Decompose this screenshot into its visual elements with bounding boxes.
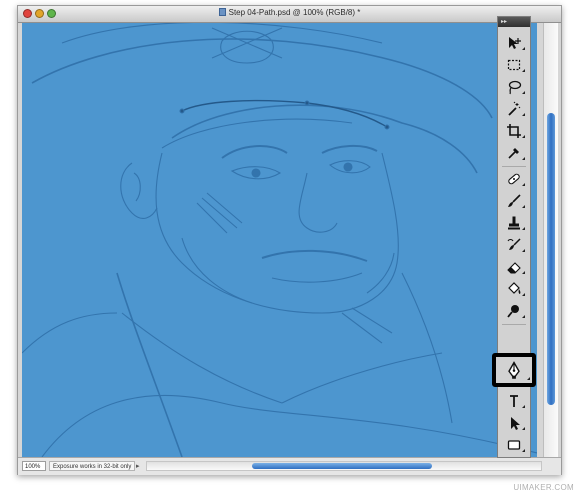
horizontal-scrollbar[interactable] (146, 461, 542, 471)
tool-flyout-indicator (522, 44, 525, 50)
horizontal-scroll-thumb[interactable] (252, 463, 432, 469)
pen-icon (508, 361, 520, 379)
rectangle-icon (507, 440, 521, 450)
tool-group-divider (502, 324, 526, 325)
zoom-level-field[interactable]: 100% (22, 461, 46, 471)
status-bar: 100% Exposure works in 32-bit only ▸ (18, 457, 561, 475)
brush-tool[interactable] (501, 191, 527, 211)
dodge-icon (507, 305, 519, 318)
tool-group-divider (502, 166, 526, 167)
clone-stamp-tool[interactable] (501, 213, 527, 233)
tools-panel-header[interactable]: ▸▸ (498, 17, 530, 27)
shape-tool[interactable] (501, 435, 527, 455)
tool-flyout-indicator (522, 132, 525, 138)
tool-flyout-indicator (522, 268, 525, 274)
document-canvas[interactable] (22, 23, 537, 457)
history-brush-icon (507, 238, 521, 250)
tool-flyout-indicator (522, 246, 525, 252)
crop-icon (507, 124, 521, 138)
tool-flyout-indicator (522, 424, 525, 430)
bandage-icon (508, 173, 520, 185)
tool-flyout-indicator (522, 290, 525, 296)
document-icon (218, 8, 226, 16)
healing-brush-tool[interactable] (501, 169, 527, 189)
tool-flyout-indicator (522, 224, 525, 230)
lasso-tool[interactable] (501, 77, 527, 97)
type-icon (510, 395, 518, 407)
eraser-icon (507, 262, 521, 274)
brush-icon (508, 194, 521, 207)
pirate-sketch-artwork (22, 23, 537, 457)
pen-tool[interactable] (492, 353, 536, 387)
move-tool[interactable] (501, 33, 527, 53)
marquee-icon (507, 59, 521, 71)
tool-flyout-indicator (522, 312, 525, 318)
window-title: Step 04-Path.psd @ 100% (RGB/8) * (228, 8, 361, 17)
document-window: Step 04-Path.psd @ 100% (RGB/8) * 100% E… (17, 5, 562, 475)
tool-flyout-indicator (522, 180, 525, 186)
tool-flyout-indicator (522, 446, 525, 452)
status-menu-arrow-icon[interactable]: ▸ (136, 462, 140, 470)
eyedropper-tool[interactable] (501, 143, 527, 163)
tool-flyout-indicator (522, 402, 525, 408)
tools-panel: ▸▸ (492, 16, 536, 458)
tool-flyout-indicator (527, 374, 530, 380)
vertical-scroll-thumb[interactable] (547, 113, 555, 405)
paint-bucket-tool[interactable] (501, 279, 527, 299)
eyedropper-icon (508, 148, 519, 159)
tool-flyout-indicator (522, 154, 525, 160)
marquee-tool[interactable] (501, 55, 527, 75)
crop-tool[interactable] (501, 121, 527, 141)
bucket-icon (508, 282, 521, 294)
lasso-icon (508, 80, 522, 95)
stamp-icon (508, 216, 520, 230)
window-title-area: Step 04-Path.psd @ 100% (RGB/8) * (18, 8, 561, 17)
site-watermark: UIMAKER.COM (513, 483, 574, 492)
arrow-icon (511, 417, 520, 430)
sketch-lines (22, 23, 537, 457)
eraser-tool[interactable] (501, 257, 527, 277)
dodge-tool[interactable] (501, 301, 527, 321)
tool-flyout-indicator (522, 110, 525, 116)
tool-flyout-indicator (522, 88, 525, 94)
magic-wand-icon (508, 101, 521, 116)
status-message[interactable]: Exposure works in 32-bit only (49, 461, 135, 471)
tool-flyout-indicator (522, 66, 525, 72)
move-icon (509, 37, 521, 49)
magic-wand-tool[interactable] (501, 99, 527, 119)
history-brush-tool[interactable] (501, 235, 527, 255)
type-tool[interactable] (501, 391, 527, 411)
path-selection-tool[interactable] (501, 413, 527, 433)
title-bar[interactable]: Step 04-Path.psd @ 100% (RGB/8) * (18, 6, 561, 23)
vertical-scrollbar[interactable] (543, 23, 558, 457)
tool-flyout-indicator (522, 202, 525, 208)
